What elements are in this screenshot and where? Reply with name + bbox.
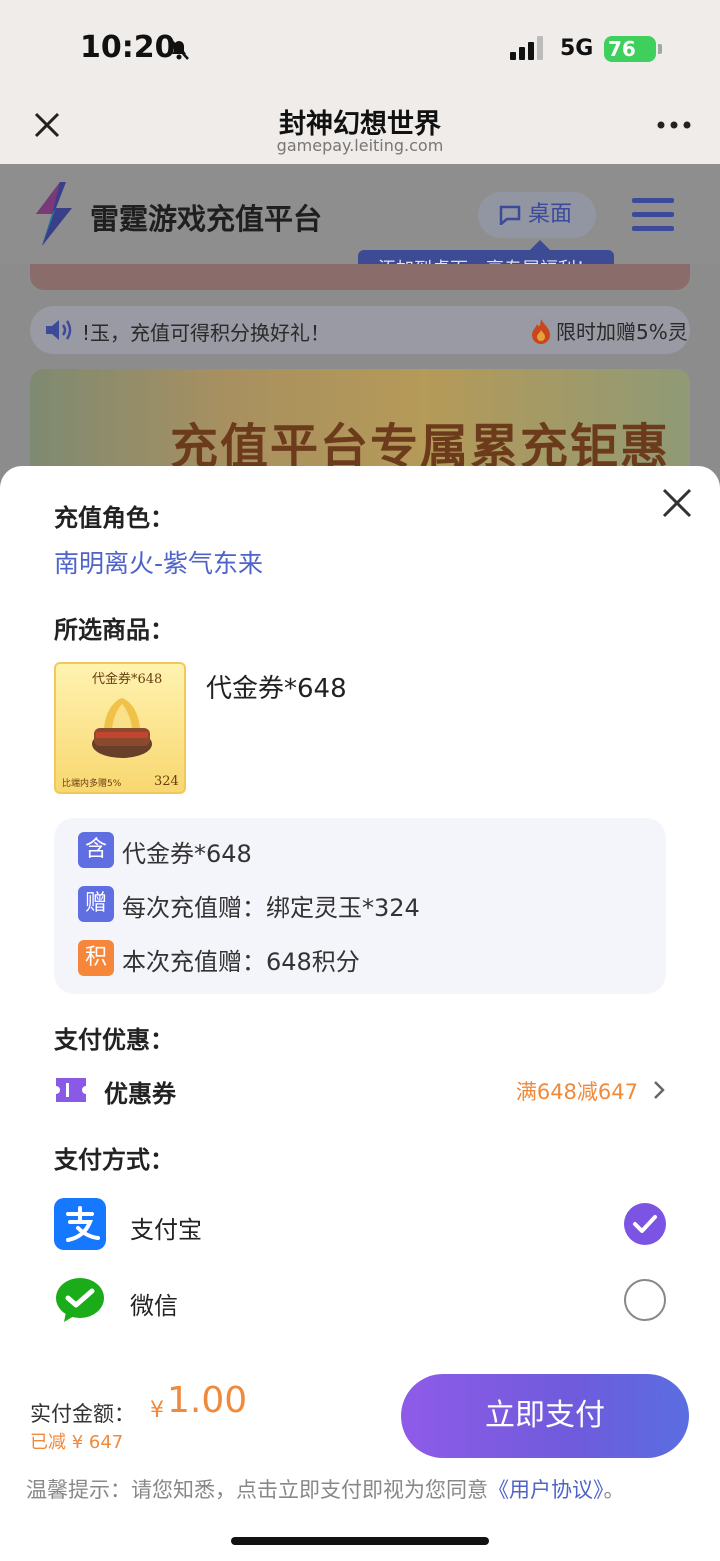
pay-now-button[interactable]: 立即支付 [401, 1374, 689, 1458]
payment-sheet: 充值角色： 南明离火-紫气东来 所选商品： 代金券*648 比端内多赠5% 32… [0, 466, 720, 1561]
role-value: 南明离火-紫气东来 [54, 549, 264, 578]
notice-bar[interactable]: !玉，充值可得积分换好礼！ 限时加赠5%灵 [30, 306, 690, 354]
notice-hot: 限时加赠5%灵 [530, 316, 688, 345]
alipay-icon [54, 1198, 106, 1250]
radio-selected[interactable] [624, 1203, 666, 1245]
payment-option-wechat[interactable]: 微信 [54, 1274, 666, 1330]
menu-icon[interactable] [632, 196, 674, 234]
tip-text: 温馨提示：请您知悉，点击立即支付即视为您同意 [26, 1478, 488, 1502]
notice-hot-text: 限时加赠5%灵 [556, 320, 688, 344]
product-image-title: 代金券*648 [92, 672, 163, 687]
coupon-value: 满648减647 [515, 1080, 638, 1104]
product-image: 代金券*648 比端内多赠5% 324 [54, 662, 186, 794]
fire-icon [532, 319, 550, 344]
total-amount: 1.00 [167, 1380, 248, 1421]
add-to-desktop-button[interactable]: 桌面 [478, 192, 596, 238]
banner-strip [30, 264, 690, 290]
detail-text: 代金券*648 [122, 840, 252, 868]
wechat-pay-icon [56, 1278, 104, 1322]
saved-amount: 已减 ¥ 647 [30, 1432, 124, 1453]
desktop-icon [499, 205, 521, 225]
detail-text: 本次充值赠：648积分 [122, 948, 360, 976]
browser-url: gamepay.leiting.com [276, 136, 444, 155]
coupon-icon [56, 1078, 86, 1102]
role-label: 充值角色： [54, 504, 174, 532]
detail-text: 每次充值赠：绑定灵玉*324 [122, 894, 420, 922]
site-header: 雷霆游戏充值平台 桌面 添加到桌面，享专属福利！ [0, 164, 720, 290]
status-time: 10:20 [80, 30, 176, 65]
voucher-art-icon [92, 698, 152, 758]
coupon-label: 优惠券 [104, 1080, 176, 1108]
coupon-row[interactable]: 优惠券 满648减647 [54, 1066, 666, 1112]
payment-option-label: 支付宝 [130, 1216, 202, 1244]
home-indicator[interactable] [231, 1537, 489, 1545]
chevron-right-icon [654, 1081, 665, 1099]
detail-badge: 含 [78, 832, 114, 868]
notice-text: !玉，充值可得积分换好礼！ [82, 321, 331, 345]
battery-level: 76 [608, 37, 636, 61]
user-agreement-link[interactable]: 《用户协议》 [488, 1478, 604, 1502]
agreement-tip: 温馨提示：请您知悉，点击立即支付即视为您同意《用户协议》。 [26, 1474, 625, 1504]
radio-unselected[interactable] [624, 1279, 666, 1321]
payment-option-alipay[interactable]: 支付宝 [54, 1198, 666, 1254]
browser-header: 封神幻想世界 gamepay.leiting.com [0, 96, 720, 164]
status-bar: 10:20 5G 76 [0, 0, 720, 96]
network-type: 5G [560, 36, 594, 61]
payment-label: 支付方式： [54, 1146, 174, 1174]
product-image-bonus: 324 [154, 774, 179, 789]
discount-label: 支付优惠： [54, 1026, 174, 1054]
battery-indicator: 76 [604, 36, 662, 62]
product-details: 含 代金券*648 赠 每次充值赠：绑定灵玉*324 积 本次充值赠：648积分 [54, 818, 666, 994]
product-name: 代金券*648 [206, 674, 347, 704]
desktop-button-label: 桌面 [528, 202, 573, 227]
product-image-note: 比端内多赠5% [62, 779, 122, 789]
detail-badge: 赠 [78, 886, 114, 922]
payment-option-label: 微信 [130, 1292, 178, 1320]
bell-off-icon [169, 38, 189, 60]
product-label: 所选商品： [54, 616, 174, 644]
tip-suffix: 。 [603, 1478, 625, 1502]
close-icon[interactable] [658, 484, 696, 522]
currency-symbol: ¥ [150, 1398, 164, 1423]
cellular-signal-icon [510, 36, 543, 60]
site-name: 雷霆游戏充值平台 [90, 202, 323, 236]
check-icon [633, 1215, 657, 1233]
total-label: 实付金额： [30, 1402, 135, 1426]
speaker-icon [46, 320, 72, 340]
leiting-logo-icon [36, 182, 72, 246]
more-icon[interactable] [656, 120, 692, 130]
detail-badge: 积 [78, 940, 114, 976]
